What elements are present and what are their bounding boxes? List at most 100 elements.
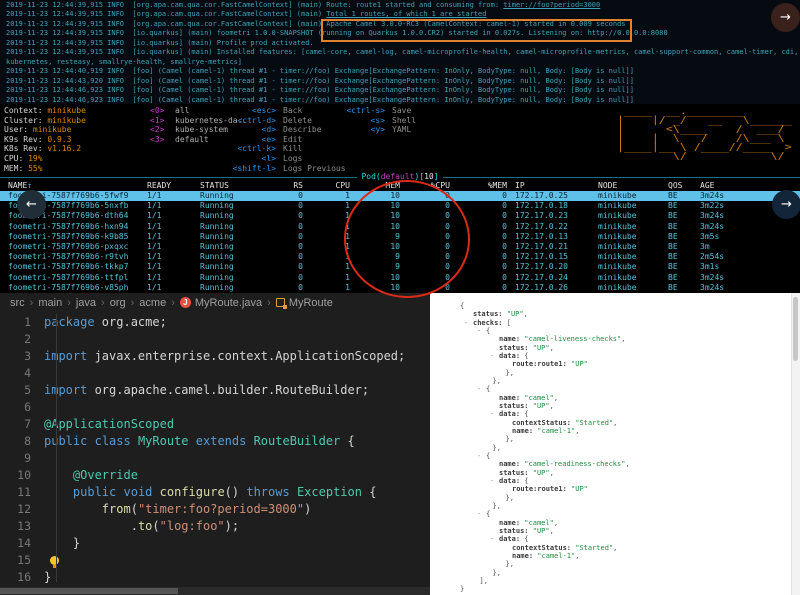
health-json-panel: {status: "UP",-checks: [-{name: "camel-l… (430, 293, 800, 595)
json-line: }, (430, 502, 800, 510)
pod-cell: 172.17.0.20 (515, 262, 598, 272)
json-bracket: }, (493, 569, 501, 577)
code-text: import (44, 349, 95, 363)
collapse-toggle[interactable]: - (490, 535, 499, 543)
cluster-info-row: K8s Rev: v1.16.2 (4, 144, 86, 154)
line-number: 10 (0, 467, 44, 484)
menu-label: Edit (283, 135, 302, 144)
command-item[interactable]: <s>Shell (345, 116, 416, 126)
lightbulb-icon[interactable] (50, 556, 59, 565)
pod-cell: minikube (598, 283, 668, 293)
json-value: "UP" (533, 527, 550, 535)
collapse-toggle[interactable]: - (490, 352, 499, 360)
json-bracket: { (524, 535, 528, 543)
pod-cell: 1 (303, 211, 350, 221)
collapse-toggle[interactable]: - (477, 385, 486, 393)
code-line: 11 public void configure() throws Except… (0, 484, 430, 501)
log-line: 2019-11-23 12:44:39,915 INFO [org.apa.ca… (6, 1, 800, 10)
bottom-split: src›main›java›org›acme›JMyRoute.java›MyR… (0, 293, 800, 595)
collapse-toggle[interactable]: - (477, 510, 486, 518)
breadcrumb: src›main›java›org›acme›JMyRoute.java›MyR… (0, 293, 430, 312)
json-line: { (430, 302, 800, 310)
command-item[interactable]: <d>Describe (232, 125, 346, 135)
info-value: 55% (23, 164, 42, 173)
breadcrumb-item[interactable]: MyRoute.java (195, 297, 262, 309)
command-item[interactable]: <shift-l>Logs Previous (232, 164, 346, 174)
pod-cell: BE (668, 191, 700, 201)
breadcrumb-item[interactable]: org (110, 297, 126, 309)
json-line: status: "UP", (430, 344, 800, 352)
json-key: name: (512, 552, 533, 560)
code-text: org.acme; (102, 315, 167, 329)
pod-cell: BE (668, 273, 700, 283)
json-bracket: }, (506, 560, 514, 568)
breadcrumb-item[interactable]: acme (139, 297, 166, 309)
pod-cell: minikube (598, 232, 668, 242)
json-value: "UP" (533, 344, 550, 352)
pod-cell: Running (200, 232, 255, 242)
horizontal-scrollbar[interactable] (0, 587, 430, 595)
json-value: "UP" (571, 360, 588, 368)
json-key: name: (512, 427, 533, 435)
code-line: 5import org.apache.camel.builder.RouteBu… (0, 382, 430, 399)
json-line: ], (430, 577, 800, 585)
prev-arrow-button[interactable]: ← (17, 190, 46, 219)
log-text: Total 1 routes, of which 1 are started (326, 10, 486, 18)
pod-cell: minikube (598, 211, 668, 221)
collapse-toggle[interactable]: - (477, 452, 486, 460)
collapse-toggle[interactable]: - (464, 319, 473, 327)
next-arrow-button-top[interactable]: → (771, 3, 800, 32)
code-editor[interactable]: src›main›java›org›acme›JMyRoute.java›MyR… (0, 293, 430, 595)
line-number: 3 (0, 348, 44, 365)
breadcrumb-item[interactable]: main (38, 297, 62, 309)
command-menu-2: <ctrl-s>Save<s>Shell<y>YAML (345, 106, 416, 135)
command-item[interactable]: <ctrl-s>Save (345, 106, 416, 116)
next-arrow-button[interactable]: → (772, 190, 800, 219)
json-line: -data: { (430, 535, 800, 543)
code-line: 7@ApplicationScoped (0, 416, 430, 433)
code-text: "log:foo" (160, 519, 225, 533)
json-key: status: (499, 527, 529, 535)
vertical-scrollbar-thumb[interactable] (793, 297, 798, 361)
horizontal-scrollbar-thumb[interactable] (0, 588, 178, 594)
log-text: 2019-11-23 12:44:43,920 INFO [foo] (Came… (6, 77, 634, 85)
collapse-toggle[interactable]: - (490, 477, 499, 485)
pod-cell: 1/1 (147, 222, 200, 232)
breadcrumb-item[interactable]: java (76, 297, 96, 309)
pod-cell: 3m (700, 242, 765, 252)
pod-cell: 1/1 (147, 283, 200, 293)
pod-cell: 1 (303, 232, 350, 242)
pod-cell: 1 (303, 273, 350, 283)
command-item[interactable]: <ctrl-d>Delete (232, 116, 346, 126)
info-label: CPU: (4, 154, 23, 163)
pod-cell: foometri-7587f769b6-r9tvh (8, 252, 147, 262)
json-line: -{ (430, 385, 800, 393)
code-area[interactable]: 1package org.acme;23import javax.enterpr… (0, 312, 430, 586)
command-item[interactable]: <e>Edit (232, 135, 346, 145)
json-line: route:route1: "UP" (430, 360, 800, 368)
breadcrumb-item[interactable]: MyRoute (289, 297, 333, 309)
breadcrumb-separator-icon: › (267, 297, 271, 309)
code-line: 8public class MyRoute extends RouteBuild… (0, 433, 430, 450)
camel-log-terminal[interactable]: 2019-11-23 12:44:39,915 INFO [org.apa.ca… (0, 0, 800, 104)
column-header: READY (147, 181, 200, 191)
json-key: data: (499, 477, 520, 485)
command-item[interactable]: <ctrl-k>Kill (232, 144, 346, 154)
breadcrumb-item[interactable]: src (10, 297, 25, 309)
command-item[interactable]: <esc>Back (232, 106, 346, 116)
collapse-toggle[interactable]: - (477, 327, 486, 335)
vertical-scrollbar[interactable] (791, 293, 800, 595)
command-item[interactable]: <l>Logs (232, 154, 346, 164)
json-line: name: "camel", (430, 394, 800, 402)
json-line: contextStatus: "Started", (430, 419, 800, 427)
log-line: 2019-11-23 12:44:46,923 INFO [foo] (Came… (6, 96, 800, 104)
command-item[interactable]: <y>YAML (345, 125, 416, 135)
pod-cell: 1 (303, 191, 350, 201)
pod-cell: 0 (255, 242, 303, 252)
startup-highlight-box (321, 19, 632, 42)
menu-label: kube-system (175, 125, 228, 134)
json-line: status: "UP", (430, 402, 800, 410)
collapse-toggle[interactable]: - (490, 410, 499, 418)
menu-label: Delete (283, 116, 312, 125)
code-text (87, 434, 94, 448)
